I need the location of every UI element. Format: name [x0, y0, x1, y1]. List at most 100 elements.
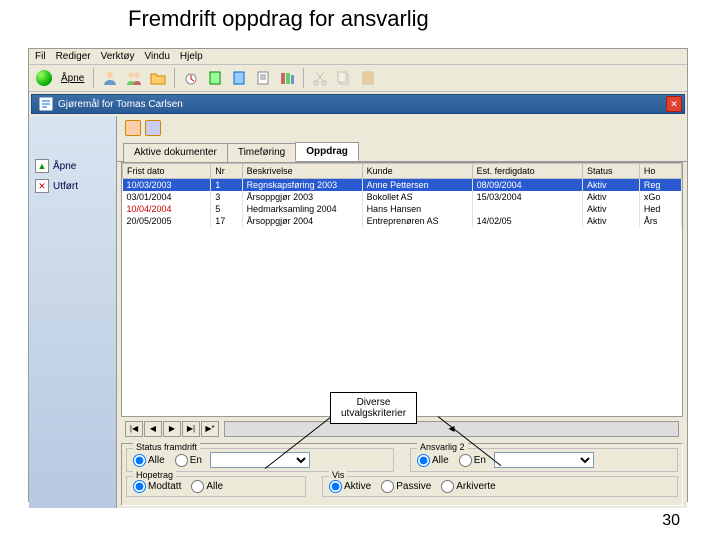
- table-cell: Hed: [639, 203, 681, 215]
- hopetrag-modtatt-radio[interactable]: Modtatt: [133, 480, 181, 493]
- green-doc-icon[interactable]: [204, 67, 226, 89]
- menu-tools[interactable]: Verktøy: [101, 51, 135, 62]
- child-window-body: ▲ Åpne ✕ Utført Aktive dokumenter Timefø…: [29, 116, 687, 508]
- table-row[interactable]: 10/03/20031Regnskapsføring 2003Anne Pett…: [123, 179, 682, 192]
- table-row[interactable]: 20/05/200517Årsoppgjør 2004Entreprenøren…: [123, 215, 682, 227]
- status-combo[interactable]: [210, 452, 310, 468]
- table-cell: 1: [211, 179, 242, 192]
- mini-toolbar: [117, 116, 687, 140]
- callout-box: Diverse utvalgskriterier: [330, 392, 417, 424]
- table-cell: Bokollet AS: [362, 191, 472, 203]
- table-cell: 3: [211, 191, 242, 203]
- nav-first[interactable]: |◀: [125, 421, 143, 437]
- child-window-title: Gjøremål for Tomas Carlsen: [58, 99, 183, 110]
- separator: [93, 68, 94, 88]
- main-panel: Aktive dokumenter Timeføring Oppdrag Fri…: [117, 116, 687, 508]
- ansvarlig2-one-radio[interactable]: En: [459, 454, 486, 467]
- table-cell: Entreprenøren AS: [362, 215, 472, 227]
- timer-icon[interactable]: [180, 67, 202, 89]
- table-cell: Aktiv: [583, 215, 640, 227]
- filter-vis-group: Vis Aktive Passive Arkiverte: [322, 476, 678, 497]
- table-cell: Anne Pettersen: [362, 179, 472, 192]
- copy-icon[interactable]: [333, 67, 355, 89]
- user-icon[interactable]: [99, 67, 121, 89]
- nav-scroll[interactable]: ◀: [224, 421, 679, 437]
- table-row[interactable]: 03/01/20043Årsoppgjør 2003Bokollet AS15/…: [123, 191, 682, 203]
- table-cell: 03/01/2004: [123, 191, 211, 203]
- col-deadline[interactable]: Frist dato: [123, 164, 211, 179]
- col-nr[interactable]: Nr: [211, 164, 242, 179]
- vis-arkiverte-radio[interactable]: Arkiverte: [441, 480, 495, 493]
- mini-tool-2[interactable]: [145, 120, 161, 136]
- filter-panel: Status framdrift Alle En Ansvarlig 2 All…: [121, 443, 683, 506]
- menu-edit[interactable]: Rediger: [56, 51, 91, 62]
- table-cell: 20/05/2005: [123, 215, 211, 227]
- status-one-radio[interactable]: En: [175, 454, 202, 467]
- child-window-titlebar: Gjøremål for Tomas Carlsen ✕: [31, 94, 685, 114]
- cut-icon[interactable]: [309, 67, 331, 89]
- tab-assignments[interactable]: Oppdrag: [295, 142, 359, 161]
- paste-icon[interactable]: [357, 67, 379, 89]
- nav-last[interactable]: ▶|: [182, 421, 200, 437]
- table-cell: 5: [211, 203, 242, 215]
- menu-file[interactable]: Fil: [35, 51, 46, 62]
- page-number: 30: [662, 512, 680, 530]
- filter-status-group: Status framdrift Alle En: [126, 448, 394, 472]
- table-cell: Årsoppgjør 2004: [242, 215, 362, 227]
- nav-next[interactable]: ▶: [163, 421, 181, 437]
- table-cell: Hans Hansen: [362, 203, 472, 215]
- col-estdate[interactable]: Est. ferdigdato: [472, 164, 582, 179]
- hopetrag-alle-radio[interactable]: Alle: [191, 480, 223, 493]
- data-grid[interactable]: Frist dato Nr Beskrivelse Kunde Est. fer…: [121, 162, 683, 417]
- vis-passive-radio[interactable]: Passive: [381, 480, 431, 493]
- folder-open-icon[interactable]: [147, 67, 169, 89]
- tab-active-docs[interactable]: Aktive dokumenter: [123, 143, 228, 162]
- status-all-radio[interactable]: Alle: [133, 454, 165, 467]
- sidebar-item-label: Åpne: [53, 161, 76, 172]
- table-row[interactable]: 10/04/20045Hedmarksamling 2004Hans Hanse…: [123, 203, 682, 215]
- tab-time[interactable]: Timeføring: [227, 143, 296, 162]
- col-customer[interactable]: Kunde: [362, 164, 472, 179]
- slide-title: Fremdrift oppdrag for ansvarlig: [128, 6, 429, 32]
- table-cell: Reg: [639, 179, 681, 192]
- col-ho[interactable]: Ho: [639, 164, 681, 179]
- nav-prev[interactable]: ◀: [144, 421, 162, 437]
- table-cell: Aktiv: [583, 191, 640, 203]
- sidebar-item-done[interactable]: ✕ Utført: [29, 176, 116, 196]
- table-cell: 17: [211, 215, 242, 227]
- mini-tool-1[interactable]: [125, 120, 141, 136]
- table-cell: Hedmarksamling 2004: [242, 203, 362, 215]
- table-cell: 10/03/2003: [123, 179, 211, 192]
- table-cell: xGo: [639, 191, 681, 203]
- filter-ansvarlig2-group: Ansvarlig 2 Alle En: [410, 448, 678, 472]
- toolbar-open-button[interactable]: [33, 67, 55, 89]
- users-icon[interactable]: [123, 67, 145, 89]
- sidebar-item-open[interactable]: ▲ Åpne: [29, 156, 116, 176]
- separator: [303, 68, 304, 88]
- tab-strip: Aktive dokumenter Timeføring Oppdrag: [117, 142, 687, 162]
- vis-aktive-radio[interactable]: Aktive: [329, 480, 371, 493]
- ansvarlig2-combo[interactable]: [494, 452, 594, 468]
- menu-window[interactable]: Vindu: [145, 51, 170, 62]
- toolbar-open-label[interactable]: Åpne: [61, 73, 84, 84]
- menu-help[interactable]: Hjelp: [180, 51, 203, 62]
- doc-icon[interactable]: [252, 67, 274, 89]
- filter-ansvarlig2-label: Ansvarlig 2: [417, 442, 468, 452]
- window-icon: [38, 96, 54, 112]
- filter-vis-label: Vis: [329, 470, 347, 480]
- main-toolbar: Åpne: [29, 65, 687, 92]
- col-status[interactable]: Status: [583, 164, 640, 179]
- table-cell: Aktiv: [583, 203, 640, 215]
- nav-new[interactable]: ▶*: [201, 421, 219, 437]
- table-cell: 15/03/2004: [472, 191, 582, 203]
- filter-status-label: Status framdrift: [133, 442, 200, 452]
- books-icon[interactable]: [276, 67, 298, 89]
- close-button[interactable]: ✕: [666, 96, 682, 112]
- sidebar-item-label: Utført: [53, 181, 78, 192]
- table-cell: Regnskapsføring 2003: [242, 179, 362, 192]
- sidebar: ▲ Åpne ✕ Utført: [29, 116, 117, 508]
- table-cell: 08/09/2004: [472, 179, 582, 192]
- col-desc[interactable]: Beskrivelse: [242, 164, 362, 179]
- blue-doc-icon[interactable]: [228, 67, 250, 89]
- ansvarlig2-all-radio[interactable]: Alle: [417, 454, 449, 467]
